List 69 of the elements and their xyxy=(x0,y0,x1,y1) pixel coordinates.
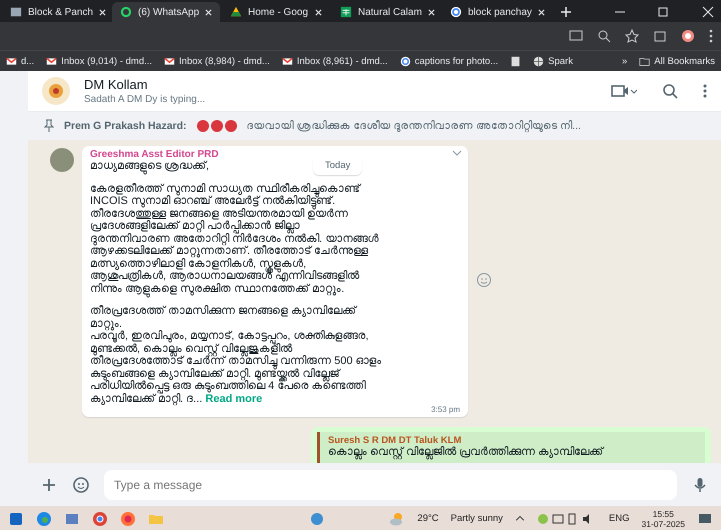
chrome-icon[interactable] xyxy=(92,510,108,526)
help-icon[interactable] xyxy=(309,510,326,526)
tab-favicon xyxy=(450,6,462,18)
quoted-reply[interactable]: Suresh S R DM DT Taluk KLM കൊല്ലം വെസ്റ്റ് വില്ലേജിൽ പ്രവർത്തിക്കുന്ന ക്യാമ്പിലേക്ക് xyxy=(317,432,705,463)
star-icon[interactable] xyxy=(625,29,639,43)
menu-icon[interactable] xyxy=(703,83,707,99)
tab-favicon xyxy=(340,6,352,18)
chat-title[interactable]: DM Kollam xyxy=(84,77,593,92)
temperature: 29°C xyxy=(417,513,439,524)
bookmark-favicon xyxy=(6,56,17,66)
bookmark-link[interactable]: d... xyxy=(21,56,34,66)
language-indicator[interactable]: ENG xyxy=(608,513,630,524)
quoted-sender: Suresh S R DM DT Taluk KLM xyxy=(328,435,462,446)
message-text: കേരളതീരത്ത് സുനാമി സാധ്യത സ്ഥിരീകരിച്ചുകൊണ്ട് INCOIS സുനാമി ഓറഞ്ച് അലേർട്ട് നൽകിയിട്ടുണ്ട്. തീരദേശത്തുള്ള ജനങ്ങളെ അടിയന്തരമായി ഉയർന്ന പ്രദേശങ്ങളിലേക്ക് മാറ്റി പാർപ്പിക്കാൻ ജില്ലാ ദുരന്തനിവാരണ അതോറിറ്റി നിർദേശം നൽകി. യാനങ്ങൾ ആഴക്കടലിലേക്ക് മാറ്റുന്നതാണ്. തീരത്തോട് ചേർന്നുള്ള മത്സ്യത്തൊഴിലാളി കോളനികൾ, സ്കൂളുകൾ, ആശുപത്രികൾ, ആരാധനാലയങ്ങൾ എന്നിവിടങ്ങളിൽ നിന്നും ആളുകളെ സുരക്ഷിത സ്ഥാനത്തേക്ക് മാറ്റും. xyxy=(90,182,378,295)
close-icon[interactable] xyxy=(99,8,106,16)
sender-avatar[interactable] xyxy=(50,148,74,172)
bookmark-link[interactable]: Inbox (8,984) - dmd... xyxy=(179,56,270,66)
edge-icon[interactable] xyxy=(36,510,52,526)
browser-tab[interactable]: block panchay xyxy=(442,2,550,22)
date-chip: Today xyxy=(313,156,362,175)
bookmark-favicon xyxy=(533,56,544,66)
close-icon[interactable] xyxy=(538,8,545,16)
bookmark-link[interactable]: Inbox (8,961) - dmd... xyxy=(296,56,388,66)
folder-icon xyxy=(639,56,650,66)
bookmark-favicon xyxy=(46,56,58,66)
pinned-sender[interactable]: Prem G Prakash Hazard: xyxy=(64,120,187,132)
tab-favicon xyxy=(230,6,242,18)
browser-tab[interactable]: Natural Calam xyxy=(332,2,440,22)
circle-emoji-icon xyxy=(196,120,237,132)
browser-tab[interactable]: Block & Panch xyxy=(2,2,110,22)
clock-date[interactable]: 31-07-2025 xyxy=(642,518,685,528)
message-text: മാധ്യമങ്ങളുടെ ശ്രദ്ധക്ക്, xyxy=(90,160,210,172)
firefox-icon[interactable] xyxy=(120,510,136,526)
start-icon[interactable] xyxy=(8,510,24,526)
message-text: തീരപ്രദേശത്ത് താമസിക്കുന്ന ജനങ്ങളെ ക്യാമ്പിലേക്ക് മാറ്റും. പരവൂർ, ഇരവിപുരം, മയ്യനാട്, കോട്ടപ്പുറം, ശക്തികുളങ്ങര, മുണ്ടക്കൽ, കൊല്ലം വെസ്റ്റ് വില്ലേജുകളിൽ തീരപ്രദേശത്തോട് ചേർന്ന് താമസിച്ചു വന്നിരുന്ന 500 ഓളം കുടുംബങ്ങളെ ക്യാമ്പിലേക്ക് മാറ്റി. മുണ്ടയ്ക്കൽ വില്ലേജ് പരിധിയിൽപ്പെട്ട ഒരു കുടുംബത്തിലെ 4 പേരെ കണ്ടെത്തി ക്യാമ്പിലേക്ക് മാറ്റി. ദ... Read more xyxy=(90,305,382,405)
sticker-icon[interactable] xyxy=(72,476,90,494)
tab-favicon xyxy=(120,6,132,18)
close-icon[interactable] xyxy=(428,8,435,16)
bookmark-favicon xyxy=(400,56,411,66)
bookmark-favicon xyxy=(164,56,176,66)
close-icon[interactable] xyxy=(205,8,212,16)
pin-icon xyxy=(44,119,54,133)
pinned-message[interactable]: ദയവായി ശ്രദ്ധിക്കുക ദേശീയ ദുരന്തനിവാരണ അതോറിറ്റിയുടെ നി... xyxy=(246,120,581,132)
cast-icon[interactable] xyxy=(569,29,583,43)
browser-tab[interactable]: Home - Goog xyxy=(222,2,330,22)
group-avatar[interactable] xyxy=(42,77,70,105)
menu-icon[interactable] xyxy=(709,29,713,43)
all-bookmarks-link[interactable]: All Bookmarks xyxy=(654,56,715,66)
profile-icon[interactable] xyxy=(681,29,695,43)
more-bookmarks-button[interactable]: » xyxy=(622,56,628,66)
extensions-icon[interactable] xyxy=(653,29,667,43)
smiley-icon[interactable] xyxy=(476,272,492,288)
bookmark-link[interactable]: Spark xyxy=(548,56,573,66)
bookmark-link[interactable]: captions for photo... xyxy=(414,56,498,66)
clock-time[interactable]: 15:55 xyxy=(652,508,674,518)
message-input[interactable]: Type a message xyxy=(104,470,677,500)
bookmark-link[interactable]: Inbox (9,014) - dmd... xyxy=(61,56,152,66)
weather-text: Partly sunny xyxy=(450,513,503,524)
close-icon[interactable] xyxy=(315,8,322,16)
message-time: 3:53 pm xyxy=(430,405,460,414)
new-tab-icon[interactable] xyxy=(560,6,572,18)
browser-tab[interactable]: (6) WhatsApp xyxy=(112,2,220,22)
zoom-icon[interactable] xyxy=(597,29,611,43)
quoted-text: കൊല്ലം വെസ്റ്റ് വില്ലേജിൽ പ്രവർത്തിക്കുന്ന ക്യാമ്പിലേക്ക് xyxy=(328,446,606,458)
chevron-icon[interactable] xyxy=(452,149,462,157)
tab-favicon xyxy=(10,6,22,18)
typing-status: Sadath A DM Dy is typing... xyxy=(84,94,206,105)
bookmark-favicon xyxy=(510,56,522,66)
bookmark-favicon xyxy=(282,56,293,66)
